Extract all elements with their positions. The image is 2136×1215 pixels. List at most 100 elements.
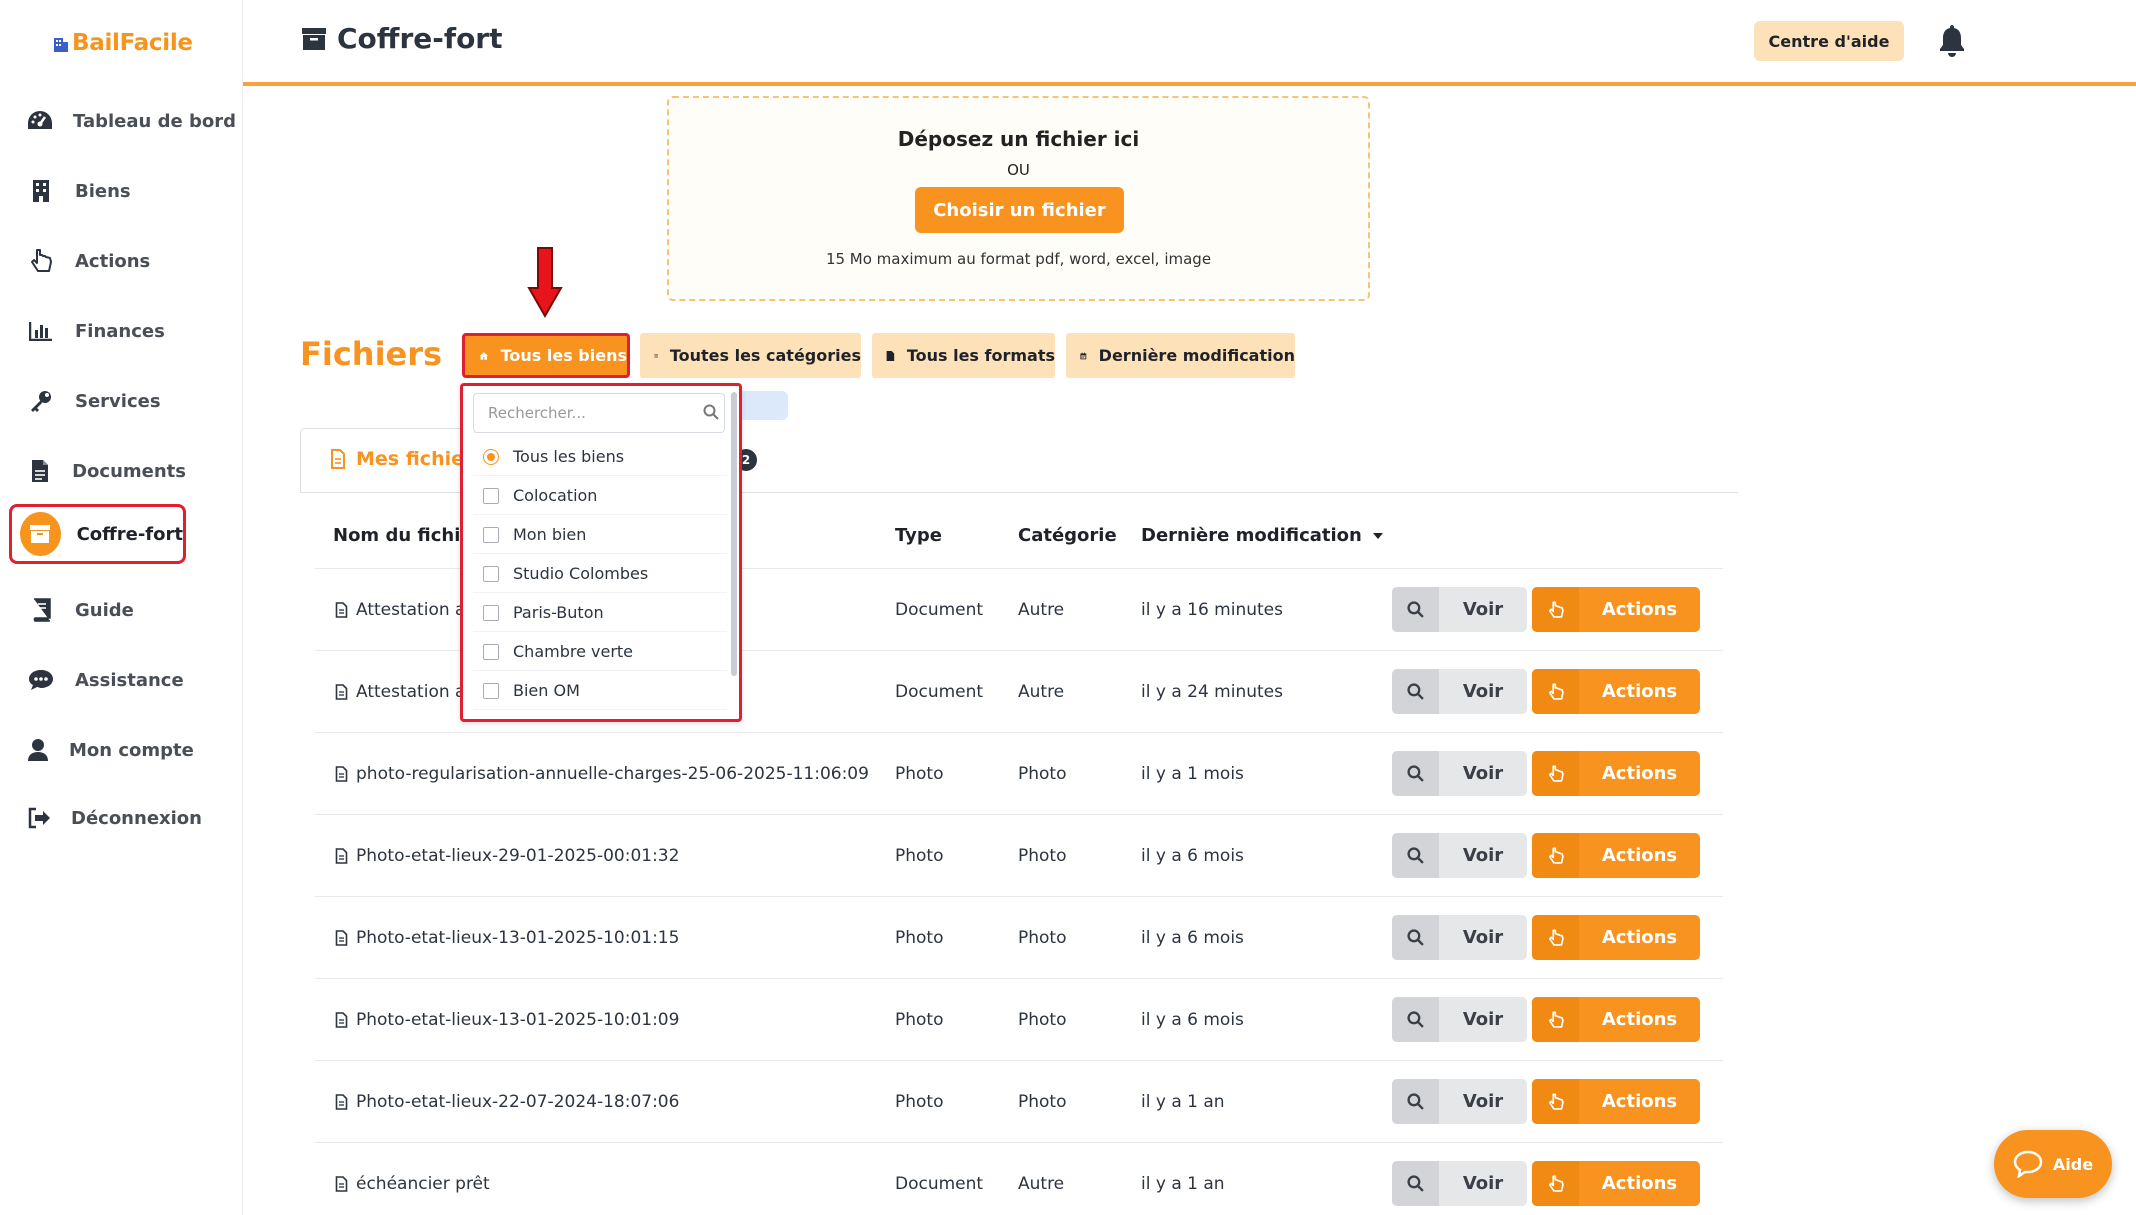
- checkbox[interactable]: [483, 643, 499, 660]
- file-name[interactable]: échéancier prêt: [335, 1143, 490, 1215]
- checkbox[interactable]: [483, 604, 499, 621]
- choose-file-button[interactable]: Choisir un fichier: [915, 187, 1124, 233]
- filter-formats-button[interactable]: Tous les formats: [872, 333, 1055, 378]
- file-drop-zone[interactable]: Déposez un fichier ici OU Choisir un fic…: [667, 96, 1370, 301]
- voir-button[interactable]: Voir: [1392, 1161, 1527, 1206]
- pointer-hand-icon: [1548, 929, 1564, 946]
- column-header-type[interactable]: Type: [895, 525, 942, 546]
- aide-chat-button[interactable]: Aide: [1994, 1130, 2112, 1198]
- actions-button[interactable]: Actions: [1532, 833, 1700, 878]
- pointer-hand-icon: [27, 247, 55, 275]
- file-name[interactable]: photo-regularisation-annuelle-charges-25…: [335, 733, 869, 815]
- file-category: Autre: [1018, 682, 1065, 702]
- sort-down-icon: [1372, 532, 1383, 539]
- search-icon: [1407, 929, 1424, 946]
- sidebar-item-assistance[interactable]: Assistance: [9, 650, 186, 710]
- key-icon: [27, 387, 55, 415]
- file-name[interactable]: Photo-etat-lieux-13-01-2025-10:01:15: [335, 897, 679, 979]
- pointer-hand-icon: [1548, 683, 1564, 700]
- file-type: Photo: [895, 1092, 944, 1112]
- filter-biens-button[interactable]: Tous les biens: [462, 333, 630, 378]
- sidebar-item-guide[interactable]: Guide: [9, 580, 186, 640]
- actions-button[interactable]: Actions: [1532, 587, 1700, 632]
- sidebar-item-label: Coffre-fort: [76, 523, 183, 545]
- search-icon: [1407, 1093, 1424, 1110]
- file-type: Photo: [895, 764, 944, 784]
- pointer-hand-icon: [1548, 1011, 1564, 1028]
- actions-button[interactable]: Actions: [1532, 915, 1700, 960]
- voir-button[interactable]: Voir: [1392, 833, 1527, 878]
- file-category: Photo: [1018, 1010, 1067, 1030]
- red-arrow-annotation-icon: [527, 247, 563, 318]
- sidebar-item-services[interactable]: Services: [9, 371, 186, 431]
- list-icon: [654, 354, 658, 357]
- sidebar-item-finances[interactable]: Finances: [9, 301, 186, 361]
- dropdown-option[interactable]: Mon bien: [473, 516, 727, 554]
- filter-categories-label: Toutes les catégories: [669, 346, 861, 365]
- file-outline-icon: [335, 1012, 348, 1028]
- sidebar-item-tableau-de-bord[interactable]: Tableau de bord: [9, 91, 236, 151]
- filter-categories-button[interactable]: Toutes les catégories: [640, 333, 861, 378]
- dropdown-option[interactable]: Chambre verte: [473, 633, 727, 671]
- dropdown-option[interactable]: Paris-Buton: [473, 594, 727, 632]
- file-name[interactable]: Photo-etat-lieux-13-01-2025-10:01:09: [335, 979, 679, 1061]
- sidebar-item-deconnexion[interactable]: Déconnexion: [9, 788, 202, 848]
- pointer-hand-icon: [1548, 1175, 1564, 1192]
- file-category: Autre: [1018, 600, 1065, 620]
- voir-button[interactable]: Voir: [1392, 997, 1527, 1042]
- checkbox[interactable]: [483, 682, 499, 699]
- file-name[interactable]: Photo-etat-lieux-22-07-2024-18:07:06: [335, 1061, 679, 1143]
- search-icon: [1407, 683, 1424, 700]
- checkbox[interactable]: [483, 565, 499, 582]
- checkbox[interactable]: [483, 526, 499, 543]
- file-name[interactable]: Attestation a: [335, 569, 465, 651]
- dropdown-option[interactable]: Bien OM: [473, 672, 727, 710]
- search-icon: [703, 404, 719, 420]
- sidebar: BailFacile Tableau de bord Biens Actions…: [0, 0, 243, 1215]
- dropdown-scrollbar[interactable]: [731, 392, 737, 676]
- file-category: Photo: [1018, 846, 1067, 866]
- sidebar-item-label: Guide: [75, 599, 134, 621]
- dropdown-option[interactable]: Studio Colombes: [473, 555, 727, 593]
- building-icon: [27, 177, 55, 205]
- checkbox[interactable]: [483, 487, 499, 504]
- actions-button[interactable]: Actions: [1532, 997, 1700, 1042]
- chat-icon: [27, 666, 55, 694]
- notification-bell-icon[interactable]: [1938, 23, 1966, 57]
- file-category: Photo: [1018, 764, 1067, 784]
- column-header-category[interactable]: Catégorie: [1018, 525, 1117, 546]
- bar-chart-icon: [27, 317, 55, 345]
- actions-button[interactable]: Actions: [1532, 1161, 1700, 1206]
- sidebar-item-mon-compte[interactable]: Mon compte: [9, 720, 194, 780]
- voir-button[interactable]: Voir: [1392, 1079, 1527, 1124]
- help-center-button[interactable]: Centre d'aide: [1754, 21, 1904, 61]
- voir-button[interactable]: Voir: [1392, 915, 1527, 960]
- actions-button[interactable]: Actions: [1532, 1079, 1700, 1124]
- file-name[interactable]: Attestation a: [335, 651, 465, 733]
- page-title: Coffre-fort: [301, 22, 503, 55]
- voir-button[interactable]: Voir: [1392, 751, 1527, 796]
- brand-logo[interactable]: BailFacile: [53, 30, 193, 56]
- voir-button[interactable]: Voir: [1392, 669, 1527, 714]
- file-name[interactable]: Photo-etat-lieux-29-01-2025-00:01:32: [335, 815, 679, 897]
- sidebar-item-label: Assistance: [75, 669, 184, 691]
- file-outline-icon: [331, 449, 345, 469]
- sidebar-item-actions[interactable]: Actions: [9, 231, 186, 291]
- voir-button[interactable]: Voir: [1392, 587, 1527, 632]
- sidebar-item-biens[interactable]: Biens: [9, 161, 186, 221]
- file-outline-icon: [335, 684, 348, 700]
- drop-zone-title: Déposez un fichier ici: [897, 127, 1140, 151]
- column-header-modified[interactable]: Dernière modification: [1141, 525, 1384, 546]
- dropdown-search-input[interactable]: Rechercher...: [473, 393, 725, 433]
- book-icon: [27, 596, 55, 624]
- sidebar-item-coffre-fort[interactable]: Coffre-fort: [9, 504, 186, 564]
- dropdown-option[interactable]: Tous les biens: [473, 438, 727, 476]
- actions-button[interactable]: Actions: [1532, 751, 1700, 796]
- tab-mes-fichiers-label[interactable]: Mes fichier: [330, 448, 473, 470]
- actions-button[interactable]: Actions: [1532, 669, 1700, 714]
- sidebar-item-documents[interactable]: Documents: [9, 441, 186, 501]
- brand-name: BailFacile: [72, 30, 193, 56]
- user-icon: [27, 736, 49, 764]
- dropdown-option[interactable]: Colocation: [473, 477, 727, 515]
- filter-modification-button[interactable]: Dernière modification: [1066, 333, 1295, 378]
